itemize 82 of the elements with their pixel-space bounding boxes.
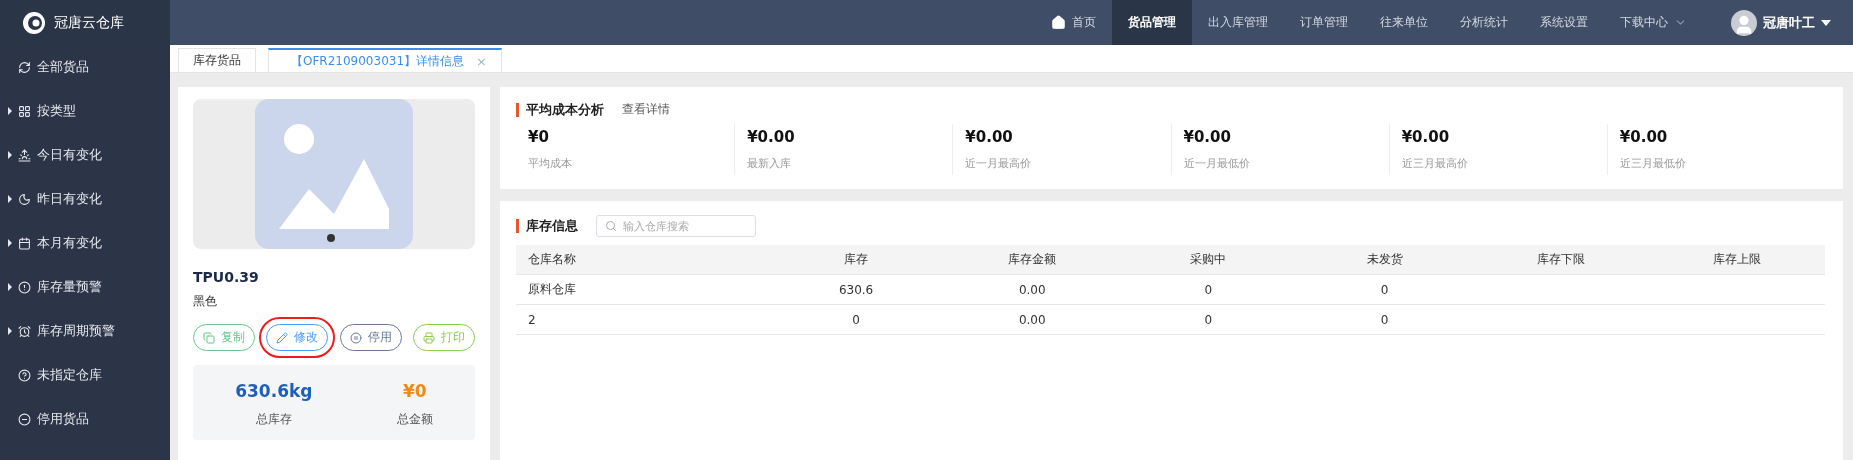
nav-item[interactable]: 订单管理 (1284, 0, 1364, 45)
copy-icon (203, 331, 215, 344)
caret-icon[interactable] (8, 107, 12, 115)
column-header: 未发货 (1365, 251, 1404, 268)
caret-icon[interactable] (8, 151, 12, 159)
table-cell-text: 0.00 (1017, 282, 1047, 297)
metric-label: 平均成本 (528, 156, 573, 171)
caret-icon[interactable] (8, 239, 12, 247)
minus-circle-icon (18, 412, 31, 426)
stat-value: ¥0 (402, 381, 427, 401)
column-header: 库存金额 (1007, 251, 1058, 268)
metric-value: ¥0.00 (747, 128, 796, 146)
details-link[interactable]: 查看详情 (622, 101, 670, 118)
column-header: 仓库名称 (527, 251, 577, 268)
table-cell-text: 原料仓库 (527, 281, 577, 298)
caret-icon[interactable] (8, 283, 12, 291)
table-cell-text: 0 (1379, 282, 1390, 297)
metric-value: ¥0.00 (965, 128, 1014, 146)
pencil-icon (276, 331, 289, 344)
home-icon (1051, 15, 1066, 30)
nav-item[interactable]: 出入库管理 (1192, 0, 1284, 45)
table-cell-text: 0 (1203, 282, 1214, 297)
tab[interactable]: 【OFR2109003031】详情信息 × (268, 48, 502, 72)
avatar[interactable] (1731, 9, 1757, 36)
table-cell-text: 0 (1379, 312, 1390, 327)
table-cell-text: 0 (1203, 312, 1214, 327)
product-name: TPU0.39 (193, 269, 260, 285)
column-header: 库存上限 (1711, 251, 1762, 268)
metric-value: ¥0.00 (1619, 128, 1669, 146)
user-name: 冠唐叶工 (1763, 13, 1815, 32)
panel-title: 库存信息 (516, 219, 578, 233)
column-header: 库存 (843, 251, 870, 268)
sidebar-item[interactable]: 库存量预警 (0, 265, 170, 309)
sunrise-icon (18, 148, 31, 162)
stat-value: 630.6kg (235, 381, 313, 401)
table-cell-text: 0 (851, 312, 861, 327)
nav-item[interactable]: 货品管理 (1112, 0, 1192, 45)
sidebar-item[interactable]: 未指定仓库 (0, 353, 170, 397)
grid-icon (18, 104, 31, 118)
sidebar-item[interactable]: 按类型 (0, 89, 170, 133)
sidebar-item[interactable]: 停用货品 (0, 397, 170, 441)
table-cell-text: 0.00 (1017, 312, 1047, 327)
caret-icon[interactable] (8, 195, 12, 203)
alarm-clock-icon (18, 324, 31, 338)
moon-icon (18, 192, 31, 206)
help-icon (18, 368, 31, 382)
printer-icon (423, 331, 435, 344)
sidebar-item[interactable]: 库存周期预警 (0, 309, 170, 353)
nav-item[interactable]: 下载中心 (1604, 0, 1703, 45)
pause-icon (349, 331, 362, 344)
refresh-icon (18, 60, 31, 74)
sidebar-item[interactable]: 本月有变化 (0, 221, 170, 265)
metric-value: ¥0.00 (1401, 128, 1451, 146)
tab[interactable]: 库存货品 (178, 48, 256, 72)
product-variant: 黑色 (193, 293, 218, 310)
nav-item[interactable]: 首页 (1035, 0, 1112, 45)
alert-icon (18, 280, 31, 294)
nav-item[interactable]: 分析统计 (1444, 0, 1524, 45)
sidebar-item[interactable]: 全部货品 (0, 45, 170, 89)
metric-value: ¥0.00 (1183, 128, 1232, 146)
logo-icon (22, 10, 46, 35)
metric-label: 最新入库 (747, 156, 793, 171)
table-cell-text: 2 (527, 312, 537, 327)
sidebar-item[interactable]: 今日有变化 (0, 133, 170, 177)
metric-label: 近一月最高价 (965, 156, 1033, 171)
nav-item[interactable]: 往来单位 (1364, 0, 1444, 45)
column-header: 采购中 (1189, 251, 1228, 268)
stat-label: 总金额 (396, 411, 433, 428)
stat-label: 总库存 (255, 411, 292, 428)
table-cell-text: 630.6 (837, 282, 875, 297)
search-field[interactable]: 输入仓库搜索 (596, 215, 756, 237)
calendar-icon (18, 236, 31, 250)
metric-label: 近一月最低价 (1183, 156, 1251, 171)
column-header: 库存下限 (1535, 251, 1586, 268)
caret-icon[interactable] (8, 327, 12, 335)
sidebar-item[interactable]: 昨日有变化 (0, 177, 170, 221)
metric-value: ¥0 (528, 128, 550, 146)
nav-item[interactable]: 系统设置 (1524, 0, 1604, 45)
action-button[interactable]: 停用 (339, 324, 402, 351)
app-name: 冠唐云仓库 (54, 13, 124, 32)
search-icon (605, 220, 617, 232)
panel-title: 平均成本分析 (516, 102, 604, 117)
